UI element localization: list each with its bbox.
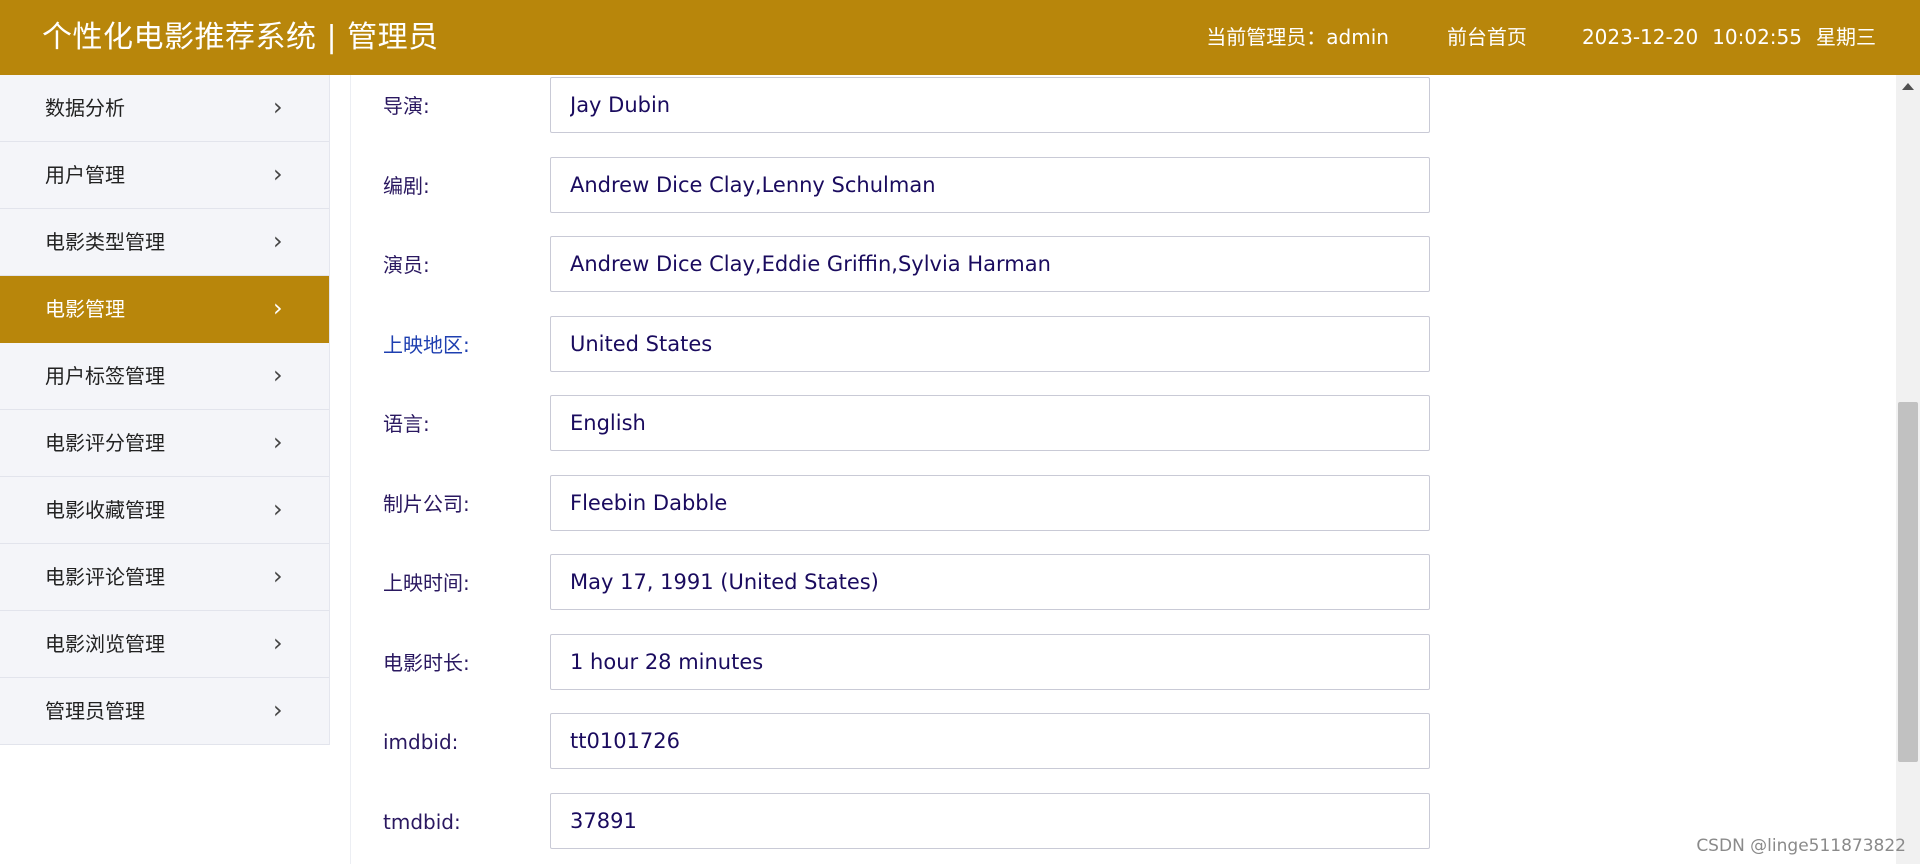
sidebar-item-user-tags[interactable]: 用户标签管理 › bbox=[0, 343, 329, 410]
screenwriter-label: 编剧: bbox=[383, 174, 430, 198]
chevron-right-icon: › bbox=[273, 495, 283, 523]
form-row-release-region: 上映地区: bbox=[383, 316, 1433, 374]
language-label: 语言: bbox=[383, 412, 430, 436]
sidebar-menu: 数据分析 › 用户管理 › 电影类型管理 › 电影管理 › 用户标签管理 › 电… bbox=[0, 75, 330, 745]
form-row-production-company: 制片公司: bbox=[383, 475, 1433, 533]
sidebar-item-label: 电影收藏管理 bbox=[45, 498, 165, 522]
actors-input[interactable] bbox=[550, 236, 1430, 292]
form-row-tmdbid: tmdbid: bbox=[383, 793, 1433, 851]
content-divider bbox=[350, 75, 351, 864]
sidebar-item-movies[interactable]: 电影管理 › bbox=[0, 276, 329, 343]
director-label: 导演: bbox=[383, 94, 430, 118]
sidebar-item-movie-types[interactable]: 电影类型管理 › bbox=[0, 209, 329, 276]
sidebar-item-browsing[interactable]: 电影浏览管理 › bbox=[0, 611, 329, 678]
chevron-right-icon: › bbox=[273, 361, 283, 389]
app-title: 个性化电影推荐系统 | 管理员 bbox=[42, 20, 439, 55]
sidebar-item-comments[interactable]: 电影评论管理 › bbox=[0, 544, 329, 611]
imdbid-input[interactable] bbox=[550, 713, 1430, 769]
csdn-watermark: CSDN @linge511873822 bbox=[1696, 836, 1906, 856]
duration-input[interactable] bbox=[550, 634, 1430, 690]
sidebar-item-users[interactable]: 用户管理 › bbox=[0, 142, 329, 209]
sidebar-item-admins[interactable]: 管理员管理 › bbox=[0, 678, 329, 745]
sidebar-item-data-analysis[interactable]: 数据分析 › bbox=[0, 75, 329, 142]
sidebar-item-label: 电影评分管理 bbox=[45, 431, 165, 455]
chevron-right-icon: › bbox=[273, 294, 283, 322]
sidebar-item-label: 电影管理 bbox=[45, 297, 125, 321]
vertical-scrollbar[interactable] bbox=[1896, 75, 1920, 864]
current-date: 2023-12-20 bbox=[1581, 25, 1699, 49]
current-weekday: 星期三 bbox=[1816, 25, 1876, 49]
sidebar-item-label: 电影评论管理 bbox=[45, 565, 165, 589]
release-date-label: 上映时间: bbox=[383, 571, 470, 595]
release-date-input[interactable] bbox=[550, 554, 1430, 610]
tmdbid-label: tmdbid: bbox=[383, 810, 461, 834]
sidebar-item-label: 电影类型管理 bbox=[45, 230, 165, 254]
chevron-right-icon: › bbox=[273, 428, 283, 456]
sidebar-item-label: 用户标签管理 bbox=[45, 364, 165, 388]
sidebar-item-label: 电影浏览管理 bbox=[45, 632, 165, 656]
form-row-screenwriter: 编剧: bbox=[383, 157, 1433, 215]
chevron-right-icon: › bbox=[273, 93, 283, 121]
current-time: 10:02:55 bbox=[1712, 25, 1802, 49]
release-region-label: 上映地区: bbox=[383, 333, 470, 357]
duration-label: 电影时长: bbox=[383, 651, 470, 675]
chevron-right-icon: › bbox=[273, 227, 283, 255]
front-home-link[interactable]: 前台首页 bbox=[1447, 0, 1527, 75]
form-row-duration: 电影时长: bbox=[383, 634, 1433, 692]
form-row-language: 语言: bbox=[383, 395, 1433, 453]
sidebar-item-label: 数据分析 bbox=[45, 96, 125, 120]
sidebar-item-label: 管理员管理 bbox=[45, 699, 145, 723]
current-admin: 当前管理员：admin bbox=[1206, 25, 1389, 49]
sidebar-item-ratings[interactable]: 电影评分管理 › bbox=[0, 410, 329, 477]
screenwriter-input[interactable] bbox=[550, 157, 1430, 213]
production-company-label: 制片公司: bbox=[383, 492, 470, 516]
form-row-imdbid: imdbid: bbox=[383, 713, 1433, 771]
director-input[interactable] bbox=[550, 77, 1430, 133]
chevron-right-icon: › bbox=[273, 696, 283, 724]
chevron-right-icon: › bbox=[273, 160, 283, 188]
language-input[interactable] bbox=[550, 395, 1430, 451]
actors-label: 演员: bbox=[383, 253, 430, 277]
sidebar-item-label: 用户管理 bbox=[45, 163, 125, 187]
form-row-release-date: 上映时间: bbox=[383, 554, 1433, 612]
header-info: 当前管理员：admin 前台首页 2023-12-20 10:02:55 星期三 bbox=[1206, 0, 1876, 75]
top-header: 个性化电影推荐系统 | 管理员 当前管理员：admin 前台首页 2023-12… bbox=[0, 0, 1920, 75]
form-row-actors: 演员: bbox=[383, 236, 1433, 294]
chevron-right-icon: › bbox=[273, 629, 283, 657]
scrollbar-thumb[interactable] bbox=[1898, 402, 1918, 762]
scroll-up-arrow-icon[interactable] bbox=[1902, 83, 1914, 90]
sidebar-item-favorites[interactable]: 电影收藏管理 › bbox=[0, 477, 329, 544]
form-row-director: 导演: bbox=[383, 77, 1433, 135]
production-company-input[interactable] bbox=[550, 475, 1430, 531]
release-region-input[interactable] bbox=[550, 316, 1430, 372]
tmdbid-input[interactable] bbox=[550, 793, 1430, 849]
imdbid-label: imdbid: bbox=[383, 730, 459, 754]
chevron-right-icon: › bbox=[273, 562, 283, 590]
